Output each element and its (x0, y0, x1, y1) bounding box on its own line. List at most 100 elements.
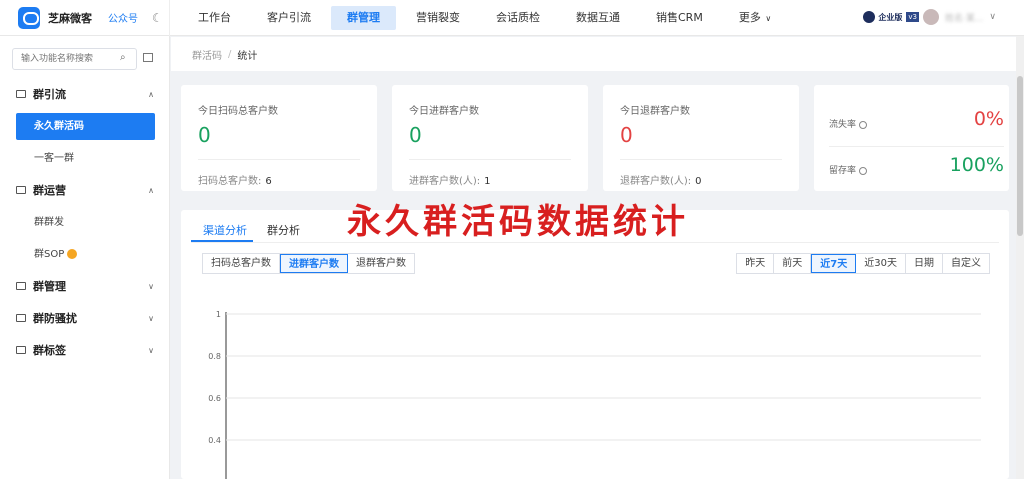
card-value: 0 (409, 123, 422, 147)
range-30-days-button[interactable]: 近30天 (856, 254, 906, 273)
sidebar-group-tags[interactable]: 群标签 ∨ (0, 338, 170, 362)
card-footer-value: 0 (695, 176, 702, 187)
nav-item-group-management[interactable]: 群管理 (331, 5, 396, 30)
metric-leave-button[interactable]: 退群客户数 (348, 254, 414, 273)
sidebar-group-operation[interactable]: 群运营 ∧ (0, 178, 170, 202)
stat-card-leave: 今日退群客户数 0 退群客户数(人): 0 (603, 85, 799, 191)
metric-join-button[interactable]: 进群客户数 (280, 254, 348, 273)
card-footer-label: 扫码总客户数: (198, 176, 262, 187)
tag-icon (16, 346, 26, 354)
card-footer-label: 退群客户数(人): (620, 176, 692, 187)
menu-layout-icon[interactable] (143, 53, 153, 62)
card-title: 今日进群客户数 (409, 106, 479, 117)
card-title: 今日退群客户数 (620, 106, 690, 117)
sidebar-item-group-sop[interactable]: 群SOP (16, 241, 155, 268)
top-bar: 芝麻微客 公众号 ☾ 工作台 客户引流 群管理 营销裂变 会话质检 数据互通 销… (0, 0, 1024, 36)
nav-item-sales-crm[interactable]: 销售CRM (640, 6, 719, 30)
sidebar-group-label: 群运营 (33, 184, 66, 197)
range-toggle: 昨天 前天 近7天 近30天 日期 自定义 (736, 253, 990, 274)
card-footer: 进群客户数(人): 1 (409, 172, 491, 187)
sidebar-item-label: 群SOP (34, 249, 65, 260)
sidebar-item-one-customer-one-group[interactable]: 一客一群 (16, 145, 155, 172)
metric-toggle: 扫码总客户数 进群客户数 退群客户数 (202, 253, 415, 274)
tab-group-analysis[interactable]: 群分析 (267, 222, 300, 238)
churn-rate-value: 0% (973, 108, 1004, 130)
range-custom-button[interactable]: 自定义 (943, 254, 989, 273)
nav-item-session-inspection[interactable]: 会话质检 (480, 6, 556, 30)
sidebar-group-anti-harassment[interactable]: 群防骚扰 ∨ (0, 306, 170, 330)
analysis-panel: 渠道分析 群分析 永久群活码数据统计 扫码总客户数 进群客户数 退群客户数 昨天… (181, 202, 1009, 479)
sidebar-item-group-broadcast[interactable]: 群群发 (16, 209, 155, 236)
breadcrumb-current: 统计 (237, 50, 258, 62)
range-date-button[interactable]: 日期 (906, 254, 943, 273)
breadcrumb-separator: / (228, 48, 232, 60)
account-area[interactable]: 企业版 v3 姓名·某... ∨ (863, 9, 996, 25)
sidebar-group-acquisition[interactable]: 群引流 ∧ (0, 82, 170, 106)
metric-scan-button[interactable]: 扫码总客户数 (203, 254, 280, 273)
y-tick-label: 0.6 (208, 394, 221, 403)
breadcrumb: 群活码 / 统计 (171, 37, 1024, 71)
page-scrollbar[interactable] (1016, 36, 1024, 479)
divider (409, 159, 571, 160)
sidebar-group-label: 群引流 (33, 88, 66, 101)
nav-item-workbench[interactable]: 工作台 (182, 6, 247, 30)
card-footer: 扫码总客户数: 6 (198, 172, 272, 187)
edition-label: 企业版 (878, 12, 903, 22)
breadcrumb-parent[interactable]: 群活码 (192, 47, 222, 62)
main-nav: 工作台 客户引流 群管理 营销裂变 会话质检 数据互通 销售CRM 更多 ∨ (182, 0, 791, 36)
nav-item-more[interactable]: 更多 ∨ (723, 6, 787, 30)
enterprise-icon (863, 11, 876, 23)
moon-icon[interactable]: ☾ (152, 11, 163, 25)
rate-label-text: 留存率 (829, 166, 857, 176)
card-footer-label: 进群客户数(人): (409, 176, 481, 187)
logo-icon (18, 6, 40, 29)
shield-icon (16, 314, 26, 322)
chevron-down-icon: ∨ (148, 313, 154, 323)
card-footer-value: 1 (484, 176, 491, 187)
range-day-before-button[interactable]: 前天 (774, 254, 812, 273)
sidebar-item-permanent-group-code[interactable]: 永久群活码 (16, 113, 155, 140)
card-value: 0 (620, 123, 633, 147)
chevron-down-icon: ∨ (762, 13, 772, 23)
retention-rate-label: 留存率 (829, 163, 868, 176)
chevron-up-icon: ∧ (148, 185, 154, 195)
message-icon (16, 282, 26, 290)
overlay-title: 永久群活码数据统计 (347, 202, 689, 242)
divider (829, 146, 1004, 147)
function-search-input[interactable] (12, 48, 137, 70)
logo-area: 芝麻微客 公众号 ☾ (0, 0, 170, 36)
gridlines: 1 0.8 0.6 0.4 (208, 310, 981, 445)
search-icon[interactable]: ⌕ (120, 52, 126, 63)
sidebar-group-label: 群防骚扰 (33, 312, 77, 325)
nav-item-data-sync[interactable]: 数据互通 (560, 6, 636, 30)
brand-name: 芝麻微客 (48, 11, 92, 25)
tab-channel-analysis[interactable]: 渠道分析 (203, 222, 247, 238)
churn-rate-label: 流失率 (829, 117, 868, 130)
divider (620, 159, 782, 160)
nav-item-marketing[interactable]: 营销裂变 (400, 6, 476, 30)
help-icon[interactable] (859, 120, 868, 129)
sidebar-group-label: 群标签 (33, 344, 66, 357)
y-tick-label: 0.4 (208, 436, 221, 445)
range-7-days-button[interactable]: 近7天 (811, 254, 857, 273)
chevron-down-icon[interactable]: ∨ (989, 12, 996, 22)
user-name: 姓名·某... (944, 13, 984, 24)
card-footer-value: 6 (265, 176, 272, 187)
stat-card-join: 今日进群客户数 0 进群客户数(人): 1 (392, 85, 588, 191)
scrollbar-thumb[interactable] (1017, 76, 1023, 236)
stat-card-scan: 今日扫码总客户数 0 扫码总客户数: 6 (181, 85, 377, 191)
y-tick-label: 1 (216, 310, 221, 319)
help-icon[interactable] (859, 166, 868, 175)
stat-card-rates: 流失率 0% 留存率 100% (814, 85, 1009, 191)
card-value: 0 (198, 123, 211, 147)
sidebar-group-management[interactable]: 群管理 ∨ (0, 274, 170, 298)
sidebar-group-label: 群管理 (33, 280, 66, 293)
rate-label-text: 流失率 (829, 120, 857, 130)
sidebar: ⌕ 群引流 ∧ 永久群活码 一客一群 群运营 ∧ 群群发 群SOP 群管理 ∨ … (0, 36, 170, 479)
card-footer: 退群客户数(人): 0 (620, 172, 702, 187)
official-account-link[interactable]: 公众号 (108, 10, 138, 25)
avatar[interactable] (922, 9, 939, 25)
nav-item-customer-acquisition[interactable]: 客户引流 (251, 6, 327, 30)
vip-badge-icon (67, 249, 78, 259)
range-yesterday-button[interactable]: 昨天 (737, 254, 775, 273)
